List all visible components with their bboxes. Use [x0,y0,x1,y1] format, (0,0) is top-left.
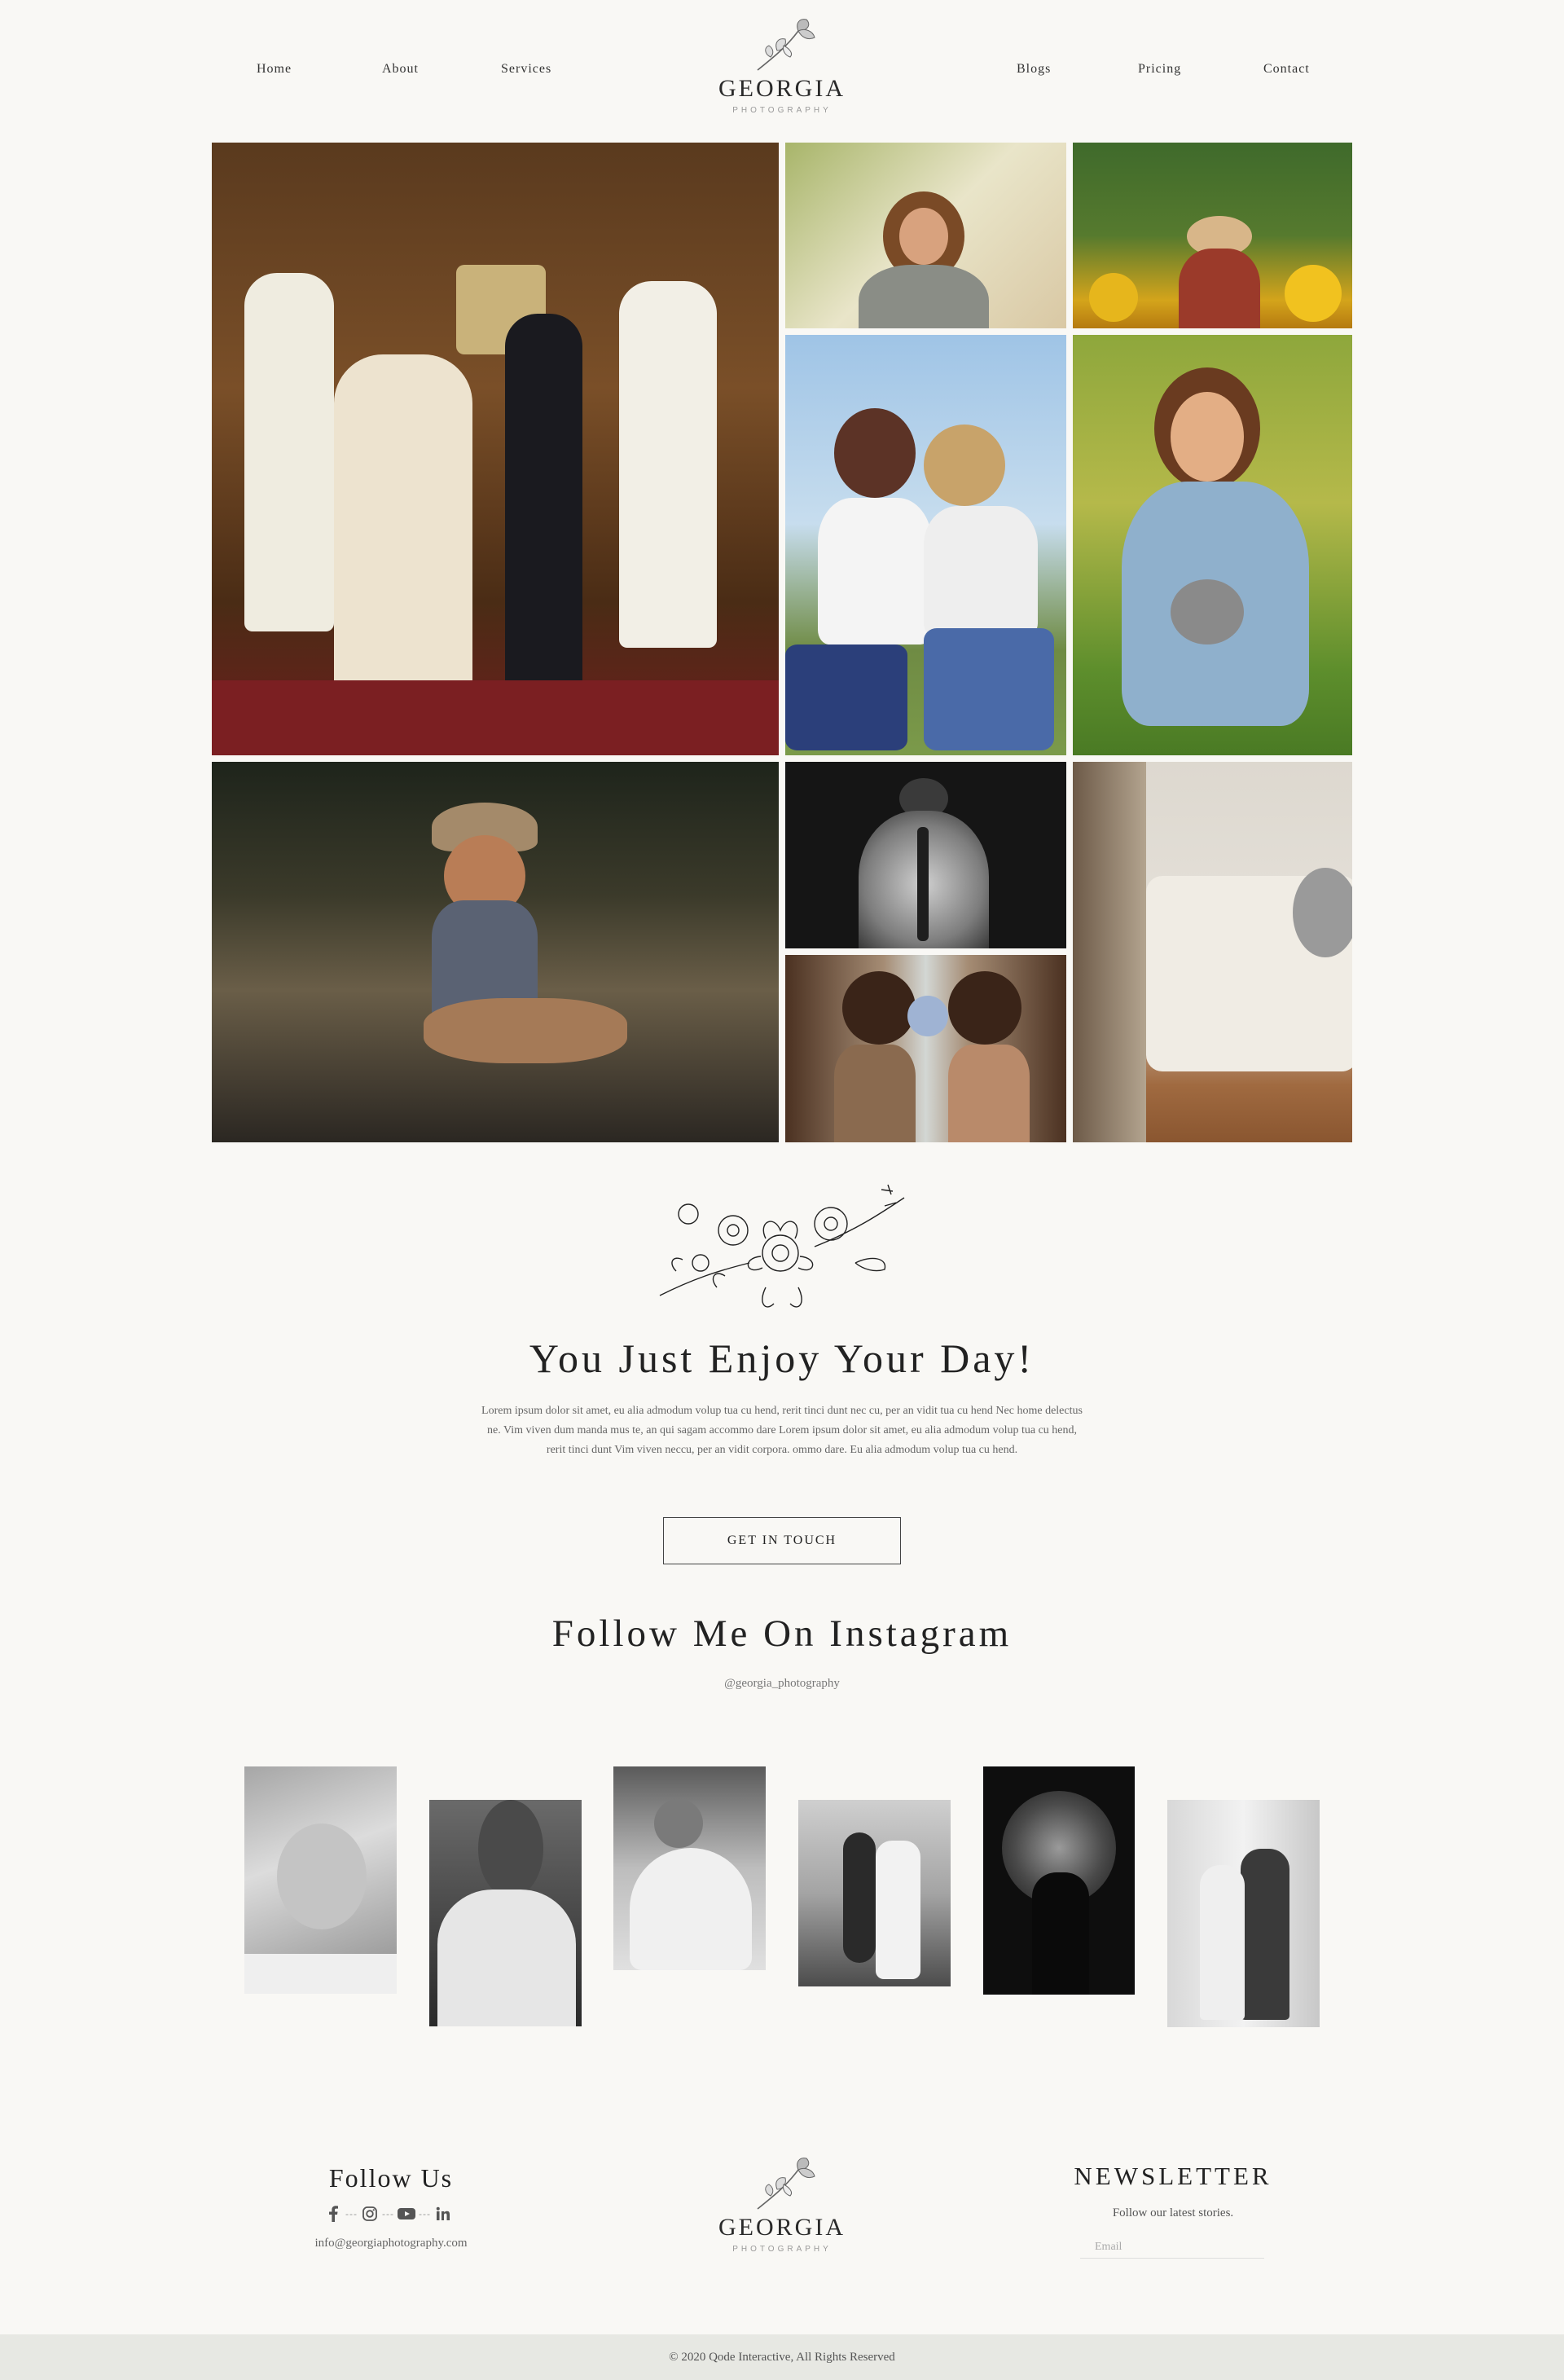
instagram-icon[interactable] [361,2205,379,2223]
instagram-photo-collar[interactable] [429,1800,582,2026]
separator: --- [345,2208,358,2219]
floral-logo-icon [757,19,815,71]
toddler-in-hat-photo[interactable] [212,762,779,1142]
back-tattoo-bw-photo[interactable] [785,762,1066,948]
instagram-photo-bride-sitting[interactable] [613,1766,766,1970]
copyright-bar: © 2020 Qode Interactive, All Rights Rese… [0,2334,1564,2380]
newsletter-title: NEWSLETTER [1074,2162,1272,2190]
newsletter-subtitle: Follow our latest stories. [1112,2206,1234,2219]
instagram-photo-couple-field[interactable] [798,1800,951,1986]
instagram-photo-rose-window[interactable] [983,1766,1135,1995]
site-header: Home About Services GEORGIA PHOTOGRAPHY … [0,0,1564,139]
footer-logo[interactable]: GEORGIA PHOTOGRAPHY [701,2155,863,2254]
get-in-touch-button[interactable]: GET IN TOUCH [663,1517,901,1564]
footer-logo-name: GEORGIA [718,2214,846,2241]
instagram-handle[interactable]: @georgia_photography [0,1677,1564,1691]
nav-blogs[interactable]: Blogs [1017,62,1051,77]
follow-us-title: Follow Us [328,2163,454,2193]
floral-logo-icon [757,2158,815,2210]
hero-title: You Just Enjoy Your Day! [529,1335,1035,1381]
facebook-icon[interactable] [324,2205,342,2223]
separator: --- [419,2208,431,2219]
instagram-photo-couple-doorway[interactable] [1167,1800,1320,2027]
two-women-flowers-photo[interactable] [785,955,1066,1142]
girl-with-kittens-photo[interactable] [1073,335,1352,755]
nav-home[interactable]: Home [257,62,292,77]
hero-body: Lorem ipsum dolor sit amet, eu alia admo… [481,1405,1083,1456]
logo-tagline: PHOTOGRAPHY [732,106,832,115]
two-friends-sunglasses-photo[interactable] [785,335,1066,755]
separator: --- [382,2208,394,2219]
social-links: --- --- --- [324,2205,452,2223]
linkedin-icon[interactable] [434,2205,452,2223]
site-logo[interactable]: GEORGIA PHOTOGRAPHY [701,16,863,115]
wedding-ceremony-photo[interactable] [212,143,779,755]
instagram-photo-veil[interactable] [244,1766,397,1994]
nav-services[interactable]: Services [501,62,551,77]
copyright-text: © 2020 Qode Interactive, All Rights Rese… [669,2351,895,2364]
logo-name: GEORGIA [718,75,846,102]
curly-hair-woman-photo[interactable] [785,143,1066,328]
footer-logo-tagline: PHOTOGRAPHY [732,2245,832,2254]
nav-about[interactable]: About [382,62,419,77]
sunflower-field-photo[interactable] [1073,143,1352,328]
floral-ornament-icon [644,1173,920,1324]
footer-email-link[interactable]: info@georgiaphotography.com [261,2237,521,2250]
nav-pricing[interactable]: Pricing [1138,62,1181,77]
newsletter-email-input[interactable] [1080,2236,1264,2259]
interior-sofa-photo[interactable] [1073,762,1352,1142]
youtube-icon[interactable] [398,2205,415,2223]
nav-contact[interactable]: Contact [1263,62,1310,77]
instagram-title: Follow Me On Instagram [551,1612,1013,1655]
